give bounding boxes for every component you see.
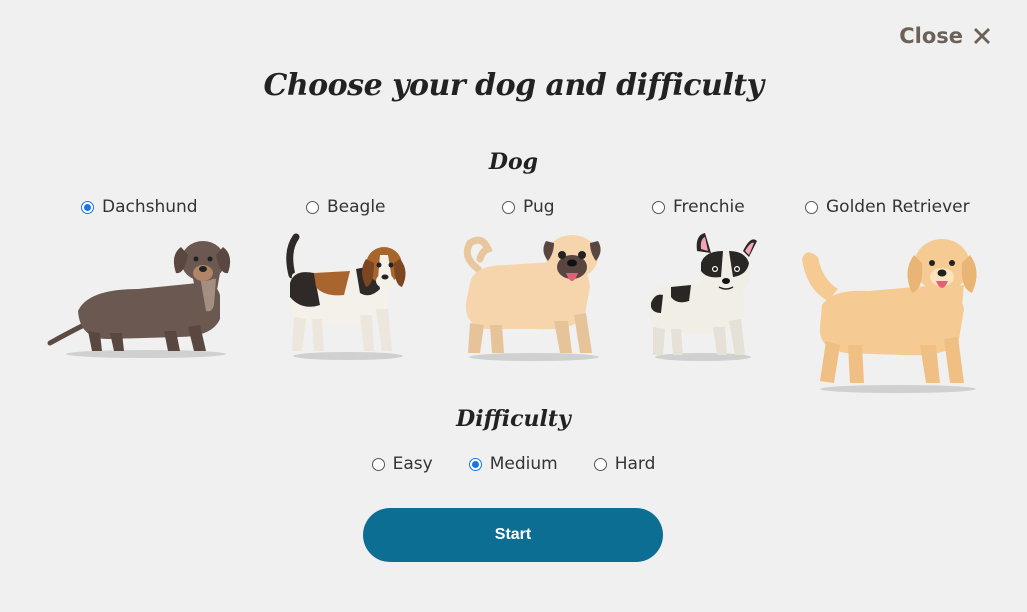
start-button[interactable]: Start	[363, 508, 663, 562]
difficulty-radio-hard[interactable]: Hard	[593, 454, 656, 474]
pug-illustration[interactable]	[456, 233, 611, 361]
difficulty-label: Easy	[392, 454, 433, 474]
difficulty-radio-medium[interactable]: Medium	[468, 454, 558, 474]
dog-label: Dachshund	[102, 197, 198, 217]
radio-button[interactable]	[81, 200, 94, 214]
golden-retriever-illustration[interactable]	[798, 233, 988, 393]
difficulty-section-heading: Difficulty	[456, 406, 571, 432]
radio-button[interactable]	[502, 200, 515, 214]
frenchie-illustration[interactable]	[645, 233, 760, 361]
dog-selection-screen: Close Choose your dog and difficulty Dog…	[0, 0, 1027, 612]
dog-label: Golden Retriever	[826, 197, 970, 217]
close-button[interactable]: Close	[899, 24, 993, 48]
dog-label: Pug	[523, 197, 555, 217]
dog-section-heading: Dog	[488, 149, 539, 175]
dog-radio-pug[interactable]: Pug	[502, 197, 555, 217]
radio-button[interactable]	[468, 457, 482, 471]
dog-radio-golden-retriever[interactable]: Golden Retriever	[805, 197, 970, 217]
dachshund-illustration[interactable]	[47, 233, 238, 358]
dog-label: Frenchie	[673, 197, 745, 217]
radio-button[interactable]	[805, 200, 818, 214]
dog-radio-dachshund[interactable]: Dachshund	[81, 197, 198, 217]
radio-button[interactable]	[371, 457, 385, 471]
close-x-icon	[971, 25, 993, 47]
difficulty-options: Easy Medium Hard	[0, 454, 1027, 474]
difficulty-label: Medium	[489, 454, 558, 474]
dog-radio-frenchie[interactable]: Frenchie	[652, 197, 745, 217]
radio-button[interactable]	[652, 200, 665, 214]
dog-radio-beagle[interactable]: Beagle	[306, 197, 386, 217]
difficulty-label: Hard	[614, 454, 656, 474]
close-label: Close	[899, 24, 963, 48]
dog-label: Beagle	[327, 197, 386, 217]
radio-button[interactable]	[306, 200, 319, 214]
beagle-illustration[interactable]	[280, 233, 415, 360]
radio-button[interactable]	[593, 457, 607, 471]
difficulty-radio-easy[interactable]: Easy	[371, 454, 433, 474]
page-title: Choose your dog and difficulty	[263, 68, 764, 103]
